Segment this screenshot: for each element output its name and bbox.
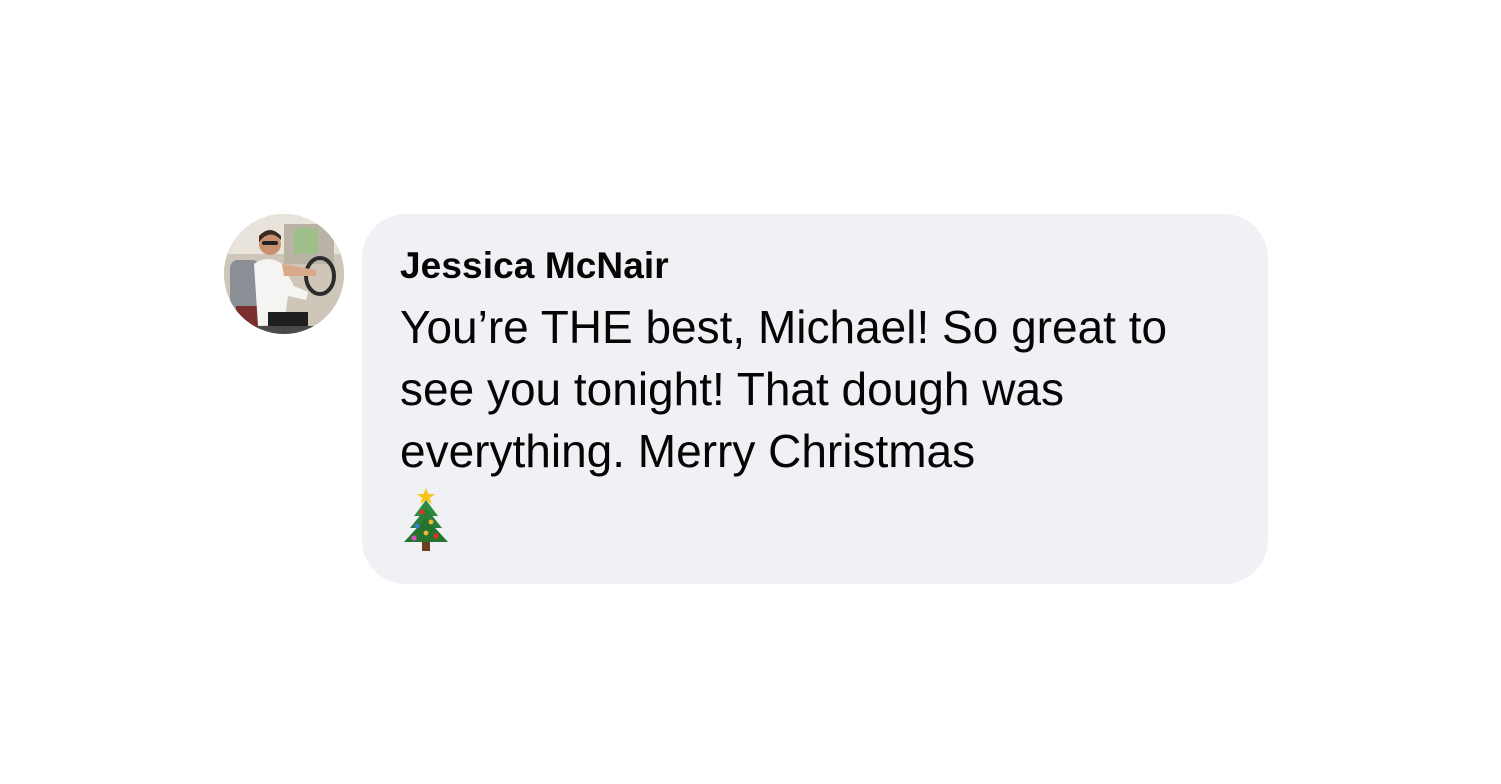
comment-bubble: Jessica McNair You’re THE best, Michael!… xyxy=(362,214,1268,584)
avatar-photo xyxy=(224,214,344,334)
avatar[interactable] xyxy=(224,214,344,334)
comment-message: You’re THE best, Michael! So great to se… xyxy=(400,301,1168,477)
christmas-tree-icon xyxy=(404,488,448,551)
comment-author[interactable]: Jessica McNair xyxy=(400,244,1238,288)
comment: Jessica McNair You’re THE best, Michael!… xyxy=(224,214,1268,584)
